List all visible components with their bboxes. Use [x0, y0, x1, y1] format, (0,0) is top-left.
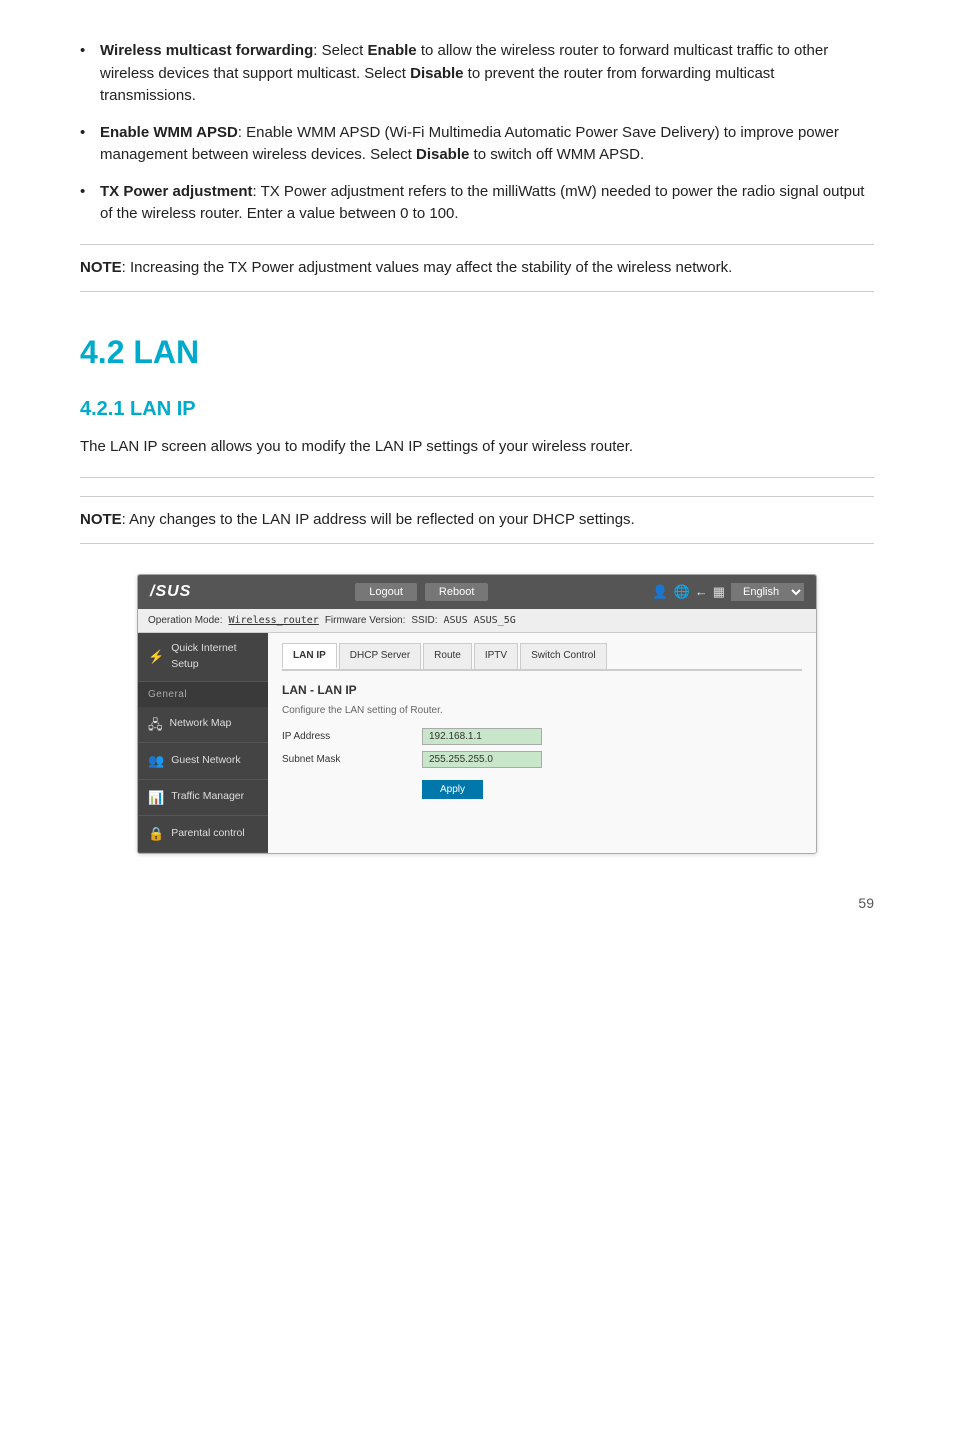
sidebar-section-general: General	[138, 682, 268, 707]
ip-address-input[interactable]	[422, 728, 542, 745]
bullet-list: Wireless multicast forwarding: Select En…	[80, 40, 874, 226]
tab-switch-control[interactable]: Switch Control	[520, 643, 606, 669]
router-main: LAN IP DHCP Server Route IPTV Switch Con…	[268, 633, 816, 853]
sidebar-item-parental-control-label: Parental control	[171, 826, 245, 842]
lan-form-title: LAN - LAN IP	[282, 681, 802, 699]
router-topbar-center: Logout Reboot	[355, 583, 488, 601]
ssid-value: ASUS ASUS_5G	[444, 613, 516, 628]
sidebar-item-traffic-manager[interactable]: 📊 Traffic Manager	[138, 780, 268, 817]
note-box-2: NOTE: Any changes to the LAN IP address …	[80, 496, 874, 545]
router-sidebar: ⚡ Quick Internet Setup General 🖧 Network…	[138, 633, 268, 853]
parental-control-icon: 🔒	[148, 824, 164, 844]
sidebar-item-parental-control[interactable]: 🔒 Parental control	[138, 816, 268, 853]
subnet-mask-input[interactable]	[422, 751, 542, 768]
lan-form-subtitle: Configure the LAN setting of Router.	[282, 703, 802, 718]
firmware-label: Firmware Version:	[325, 613, 406, 628]
logout-button[interactable]: Logout	[355, 583, 417, 601]
term-1-enable: Enable	[367, 42, 416, 59]
tab-route[interactable]: Route	[423, 643, 472, 669]
router-topbar-right: 👤 🌐 ← ▦ English	[652, 582, 804, 602]
operation-label: Operation Mode:	[148, 613, 223, 628]
page-number: 59	[858, 893, 874, 914]
bullet-1-text-1: : Select	[313, 42, 367, 59]
note-1-text: NOTE: Increasing the TX Power adjustment…	[80, 257, 874, 280]
tab-iptv[interactable]: IPTV	[474, 643, 518, 669]
tab-lan-ip[interactable]: LAN IP	[282, 643, 337, 669]
sidebar-item-network-map[interactable]: 🖧 Network Map	[138, 707, 268, 744]
apply-button[interactable]: Apply	[422, 780, 483, 799]
term-2-disable: Disable	[416, 146, 469, 163]
reboot-button[interactable]: Reboot	[425, 583, 488, 601]
note-box-1: NOTE: Increasing the TX Power adjustment…	[80, 244, 874, 293]
note-1-label: NOTE	[80, 259, 122, 276]
sidebar-item-guest-network-label: Guest Network	[171, 753, 240, 769]
sidebar-item-quick-internet-label: Quick Internet Setup	[171, 641, 258, 673]
divider-1	[80, 477, 874, 478]
ssid-label: SSID:	[411, 613, 437, 628]
user-icon: 👤	[652, 582, 668, 602]
note-1-content: : Increasing the TX Power adjustment val…	[122, 259, 733, 276]
body-text: The LAN IP screen allows you to modify t…	[80, 436, 874, 459]
note-2-label: NOTE	[80, 511, 122, 528]
subnet-mask-row: Subnet Mask	[282, 751, 802, 768]
note-2-content: : Any changes to the LAN IP address will…	[122, 511, 635, 528]
sub-heading: 4.2.1 LAN IP	[80, 394, 874, 424]
grid-icon: ▦	[713, 582, 725, 602]
quick-internet-icon: ⚡	[148, 647, 164, 667]
router-tabs: LAN IP DHCP Server Route IPTV Switch Con…	[282, 643, 802, 671]
bullet-item-2: Enable WMM APSD: Enable WMM APSD (Wi-Fi …	[80, 122, 874, 167]
note-2-text: NOTE: Any changes to the LAN IP address …	[80, 509, 874, 532]
router-body: ⚡ Quick Internet Setup General 🖧 Network…	[138, 633, 816, 853]
term-1: Wireless multicast forwarding	[100, 42, 313, 59]
bullet-item-3: TX Power adjustment: TX Power adjustment…	[80, 181, 874, 226]
sidebar-item-network-map-label: Network Map	[170, 716, 232, 732]
term-2: Enable WMM APSD	[100, 124, 238, 141]
bullet-2-text-2: to switch off WMM APSD.	[469, 146, 644, 163]
sidebar-item-guest-network[interactable]: 👥 Guest Network	[138, 743, 268, 780]
globe-icon: 🌐	[674, 582, 690, 602]
bullet-item-1: Wireless multicast forwarding: Select En…	[80, 40, 874, 108]
router-topbar: /SUS Logout Reboot 👤 🌐 ← ▦ English	[138, 575, 816, 609]
term-3: TX Power adjustment	[100, 183, 253, 200]
ip-address-row: IP Address	[282, 728, 802, 745]
guest-network-icon: 👥	[148, 751, 164, 771]
section-heading: 4.2 LAN	[80, 328, 874, 376]
sidebar-item-quick-internet[interactable]: ⚡ Quick Internet Setup	[138, 633, 268, 682]
tab-dhcp-server[interactable]: DHCP Server	[339, 643, 421, 669]
language-select[interactable]: English	[731, 583, 804, 601]
router-ui: /SUS Logout Reboot 👤 🌐 ← ▦ English Opera…	[137, 574, 817, 854]
back-icon: ←	[695, 582, 708, 602]
router-logo: /SUS	[150, 580, 191, 604]
traffic-manager-icon: 📊	[148, 788, 164, 808]
page: Wireless multicast forwarding: Select En…	[0, 0, 954, 944]
term-1-disable: Disable	[410, 65, 463, 82]
ip-address-label: IP Address	[282, 729, 412, 744]
router-info-bar: Operation Mode: Wireless_router Firmware…	[138, 609, 816, 633]
sidebar-item-traffic-manager-label: Traffic Manager	[171, 789, 244, 805]
network-map-icon: 🖧	[148, 715, 163, 735]
topbar-icons: 👤 🌐 ← ▦	[652, 582, 725, 602]
operation-value: Wireless_router	[229, 613, 319, 628]
subnet-mask-label: Subnet Mask	[282, 752, 412, 767]
